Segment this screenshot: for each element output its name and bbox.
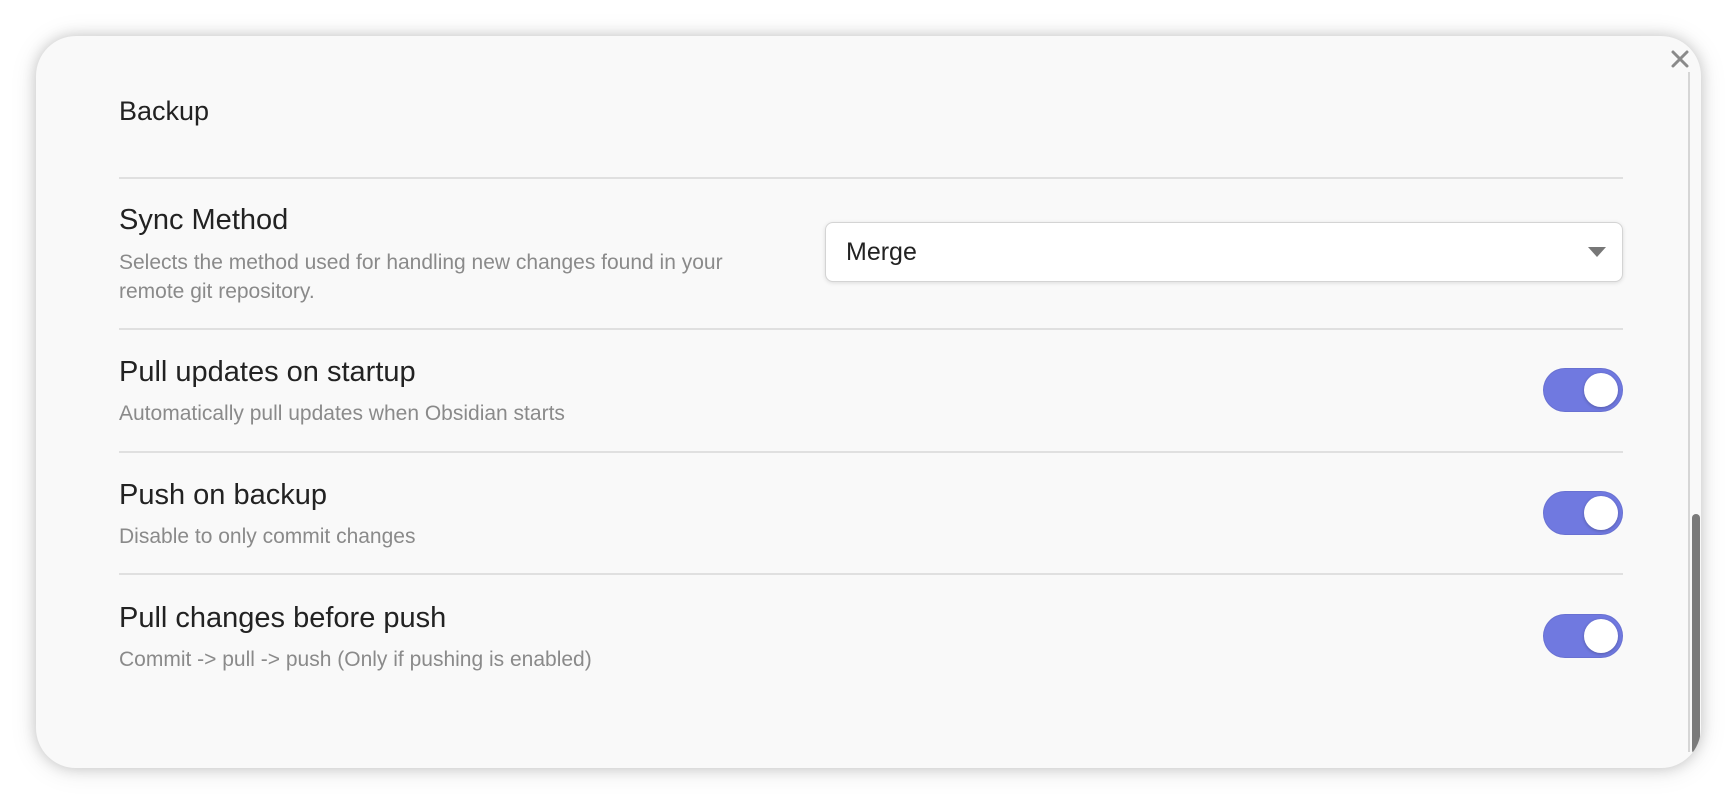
setting-desc-pull-on-startup: Automatically pull updates when Obsidian…: [119, 402, 565, 425]
sync-method-selected-value: Merge: [846, 237, 917, 266]
setting-name-sync-method: Sync Method: [119, 204, 289, 236]
toggle-knob: [1584, 619, 1618, 653]
toggle-knob: [1584, 373, 1618, 407]
sync-method-dropdown[interactable]: Merge: [825, 222, 1623, 282]
close-button[interactable]: [1663, 42, 1697, 76]
setting-desc-sync-method: Selects the method used for handling new…: [119, 251, 723, 303]
scrollbar-thumb[interactable]: [1692, 514, 1700, 754]
setting-desc-push-on-backup: Disable to only commit changes: [119, 525, 416, 548]
settings-modal: Backup Sync Method Selects the method us…: [36, 36, 1701, 768]
divider: [119, 573, 1623, 575]
pull-before-push-toggle[interactable]: [1543, 614, 1623, 658]
close-icon: [1671, 50, 1689, 68]
setting-name-pull-on-startup: Pull updates on startup: [119, 356, 416, 388]
divider: [119, 328, 1623, 330]
chevron-down-icon: [1588, 247, 1606, 257]
scrollbar-track: [1688, 72, 1690, 752]
section-heading: Backup: [119, 96, 210, 126]
divider: [119, 177, 1623, 179]
setting-name-push-on-backup: Push on backup: [119, 479, 327, 511]
divider: [119, 451, 1623, 453]
push-on-backup-toggle[interactable]: [1543, 491, 1623, 535]
toggle-knob: [1584, 496, 1618, 530]
setting-name-pull-before-push: Pull changes before push: [119, 602, 447, 634]
setting-desc-pull-before-push: Commit -> pull -> push (Only if pushing …: [119, 648, 592, 671]
pull-on-startup-toggle[interactable]: [1543, 368, 1623, 412]
